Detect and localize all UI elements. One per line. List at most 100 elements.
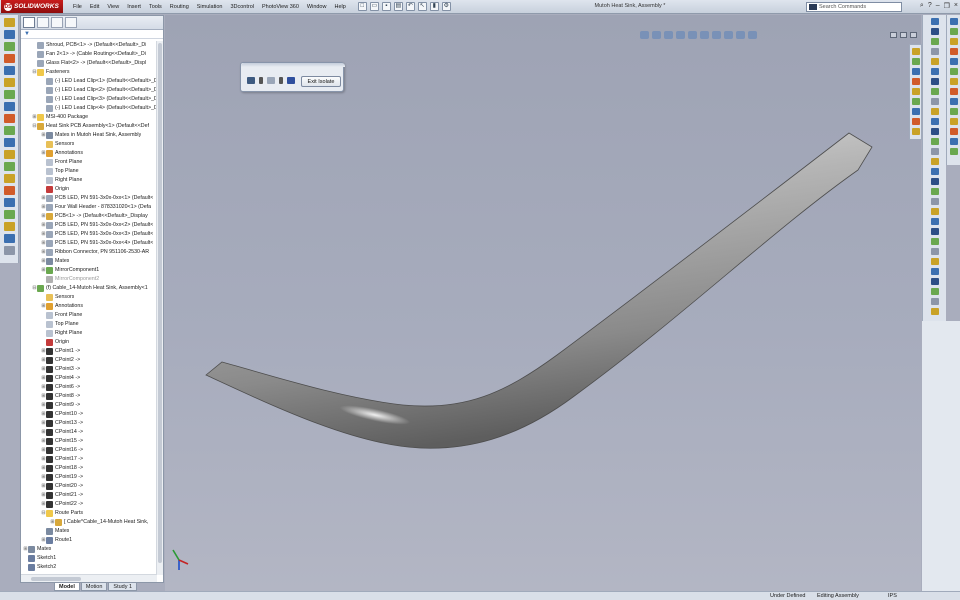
previous-view-icon[interactable] bbox=[664, 31, 673, 39]
zoom-area-icon[interactable] bbox=[652, 31, 661, 39]
open-folder-icon[interactable]: ▭ bbox=[369, 2, 379, 11]
tree-node[interactable]: ⊞ CPoint9 -> bbox=[21, 401, 157, 410]
tree-node[interactable]: ⊟ Route Parts bbox=[21, 509, 157, 518]
view-orientation-icon[interactable] bbox=[688, 31, 697, 39]
insert-component-icon[interactable] bbox=[4, 30, 15, 39]
task-pane-icon[interactable] bbox=[949, 128, 958, 135]
menu-edit[interactable]: Edit bbox=[86, 4, 103, 10]
sketch-tool-icon[interactable] bbox=[930, 308, 939, 315]
task-pane-icon[interactable] bbox=[949, 38, 958, 45]
menu-help[interactable]: Help bbox=[330, 4, 349, 10]
tree-node[interactable]: ⊞ CPoint16 -> bbox=[21, 446, 157, 455]
menu-photoview-360[interactable]: PhotoView 360 bbox=[258, 4, 303, 10]
graphics-area[interactable] bbox=[165, 15, 921, 591]
sketch-tool-icon[interactable] bbox=[930, 198, 939, 205]
tree-node[interactable]: Front Plane bbox=[21, 311, 157, 320]
task-pane-icon[interactable] bbox=[949, 78, 958, 85]
new-document-icon[interactable]: □ bbox=[357, 2, 367, 11]
tree-node[interactable]: Sensors bbox=[21, 140, 157, 149]
sketch-tool-icon[interactable] bbox=[930, 138, 939, 145]
viewport-close-icon[interactable] bbox=[910, 32, 917, 38]
tree-node[interactable]: ⊞ CPoint13 -> bbox=[21, 419, 157, 428]
linear-pattern-icon[interactable] bbox=[4, 54, 15, 63]
sketch-tool-icon[interactable] bbox=[930, 238, 939, 245]
minimize-icon[interactable]: – bbox=[936, 2, 940, 10]
tree-node[interactable]: ⊞ Annotations bbox=[21, 149, 157, 158]
clearance-icon[interactable] bbox=[4, 174, 15, 183]
tree-node[interactable]: ⊞ CPoint14 -> bbox=[21, 428, 157, 437]
tree-node[interactable]: Shroud, PCB<1> -> (Default<<Default>_Di bbox=[21, 41, 157, 50]
save-as-display-state-icon[interactable] bbox=[287, 77, 295, 84]
tab-study-1[interactable]: Study 1 bbox=[108, 583, 138, 591]
appearance-tool-icon[interactable] bbox=[911, 78, 920, 85]
undo-icon[interactable]: ↶ bbox=[405, 2, 415, 11]
menu-simulation[interactable]: Simulation bbox=[193, 4, 227, 10]
tree-node[interactable]: (-) LED Lead Clip<2> (Default<<Default>_… bbox=[21, 86, 157, 95]
exploded-view-icon[interactable] bbox=[4, 138, 15, 147]
task-pane-icon[interactable] bbox=[949, 108, 958, 115]
sketch-tool-icon[interactable] bbox=[930, 128, 939, 135]
task-pane-icon[interactable] bbox=[949, 58, 958, 65]
viewport-minimize-icon[interactable] bbox=[890, 32, 897, 38]
sketch-tool-icon[interactable] bbox=[930, 148, 939, 155]
appearance-tool-icon[interactable] bbox=[911, 88, 920, 95]
restore-icon[interactable]: ❐ bbox=[944, 2, 950, 10]
rebuild-icon[interactable]: ▮ bbox=[429, 2, 439, 11]
more-tools-icon[interactable] bbox=[4, 246, 15, 255]
scrollbar-thumb[interactable] bbox=[158, 43, 162, 563]
tree-node[interactable]: ⊞ Route1 bbox=[21, 536, 157, 545]
tree-node[interactable]: Top Plane bbox=[21, 167, 157, 176]
appearance-tool-icon[interactable] bbox=[911, 48, 920, 55]
sketch-tool-icon[interactable] bbox=[930, 118, 939, 125]
tree-node[interactable]: ⊞ PCB LED, PN 591-3x0x-0xx<1> (Default< bbox=[21, 194, 157, 203]
search-icon[interactable]: ⌕ bbox=[920, 2, 924, 10]
sketch-tool-icon[interactable] bbox=[930, 248, 939, 255]
tree-node[interactable]: Sensors bbox=[21, 293, 157, 302]
appearance-tool-icon[interactable] bbox=[911, 68, 920, 75]
tree-node[interactable]: ⊞ CPoint2 -> bbox=[21, 356, 157, 365]
sketch-tool-icon[interactable] bbox=[930, 98, 939, 105]
tree-node[interactable]: ⊞ Mates bbox=[21, 257, 157, 266]
sketch-tool-icon[interactable] bbox=[930, 158, 939, 165]
task-pane-icon[interactable] bbox=[949, 28, 958, 35]
tree-vertical-scrollbar[interactable] bbox=[156, 41, 163, 575]
tree-node[interactable]: ⊞ PCB LED, PN 591-3x0x-0xx<3> (Default< bbox=[21, 230, 157, 239]
save-icon[interactable]: ▪ bbox=[381, 2, 391, 11]
search-commands-input[interactable]: Search Commands bbox=[806, 2, 902, 12]
assembly-features-icon[interactable] bbox=[4, 90, 15, 99]
menu-file[interactable]: File bbox=[69, 4, 86, 10]
tree-node[interactable]: ⊞ CPoint6 -> bbox=[21, 383, 157, 392]
section-view-icon[interactable] bbox=[676, 31, 685, 39]
sketch-tool-icon[interactable] bbox=[930, 88, 939, 95]
tree-node[interactable]: ⊞ CPoint4 -> bbox=[21, 374, 157, 383]
viewport-restore-icon[interactable] bbox=[900, 32, 907, 38]
sketch-tool-icon[interactable] bbox=[930, 218, 939, 225]
tree-filter[interactable]: ▼ bbox=[21, 30, 163, 39]
tab-motion[interactable]: Motion bbox=[80, 583, 108, 591]
appearance-tool-icon[interactable] bbox=[911, 118, 920, 125]
display-style-icon[interactable] bbox=[700, 31, 709, 39]
menu-view[interactable]: View bbox=[103, 4, 123, 10]
tree-node[interactable]: Right Plane bbox=[21, 329, 157, 338]
zoom-to-fit-icon[interactable] bbox=[640, 31, 649, 39]
sketch-tool-icon[interactable] bbox=[930, 38, 939, 45]
search-scope-icon[interactable] bbox=[809, 4, 817, 10]
task-pane-icon[interactable] bbox=[949, 118, 958, 125]
mate-icon[interactable] bbox=[4, 42, 15, 51]
property-manager-tab-icon[interactable] bbox=[37, 17, 49, 28]
tree-node[interactable]: ⊞ PCB LED, PN 591-3x0x-0xx<2> (Default< bbox=[21, 221, 157, 230]
sketch-tool-icon[interactable] bbox=[930, 18, 939, 25]
tree-node[interactable]: Right Plane bbox=[21, 176, 157, 185]
sketch-tool-icon[interactable] bbox=[930, 208, 939, 215]
tree-node[interactable]: ⊟ Fasteners bbox=[21, 68, 157, 77]
menu-routing[interactable]: Routing bbox=[166, 4, 193, 10]
edit-appearance-icon[interactable] bbox=[724, 31, 733, 39]
tree-node[interactable]: (-) LED Lead Clip<3> (Default<<Default>_… bbox=[21, 95, 157, 104]
tree-node[interactable]: Sketch1 bbox=[21, 554, 157, 563]
exit-isolate-button[interactable]: Exit Isolate bbox=[301, 76, 341, 87]
toolbar-grip[interactable] bbox=[241, 63, 345, 67]
sketch-tool-icon[interactable] bbox=[930, 168, 939, 175]
appearance-tool-icon[interactable] bbox=[911, 128, 920, 135]
hide-show-items-icon[interactable] bbox=[712, 31, 721, 39]
tree-node[interactable]: ⊞ CPoint17 -> bbox=[21, 455, 157, 464]
